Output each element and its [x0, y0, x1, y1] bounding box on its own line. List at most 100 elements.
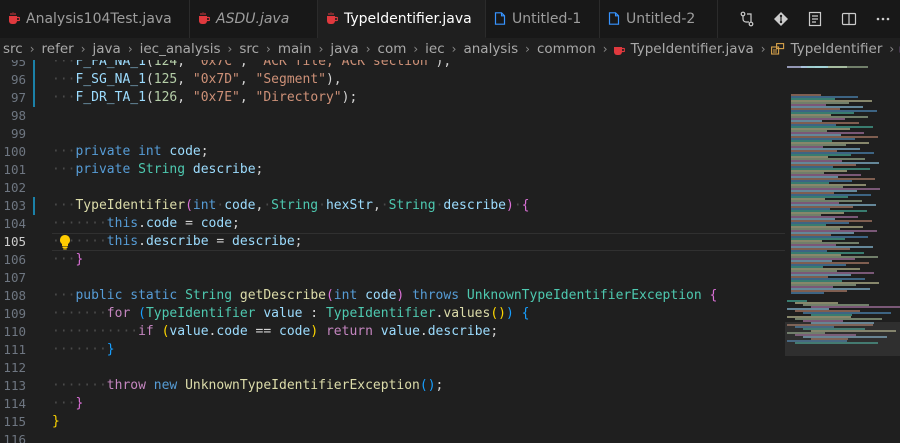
chevron-right-icon: ›	[451, 42, 457, 56]
line-number: 103	[3, 198, 26, 213]
line-number: 106	[3, 252, 26, 267]
code-editor[interactable]: 95 ···F_FA_NA_1(124, "0x7C", "ACK file, A…	[0, 60, 785, 443]
code-line[interactable]: 114 ···}	[0, 395, 785, 413]
line-number: 108	[3, 288, 26, 303]
breadcrumb-item[interactable]: iec	[423, 41, 446, 57]
code-line[interactable]: 104 ·······this.code = code;	[0, 215, 785, 233]
chevron-right-icon: ›	[525, 42, 530, 56]
tab-label: Untitled-1	[512, 11, 582, 27]
lightbulb-icon[interactable]	[58, 234, 72, 250]
tab-label: Untitled-2	[626, 11, 696, 27]
code-line[interactable]: 115}	[0, 413, 785, 431]
line-number: 96	[10, 72, 26, 87]
chevron-right-icon: ›	[80, 42, 86, 56]
split-editor-icon[interactable]	[832, 0, 866, 38]
breadcrumb-item[interactable]: analysis	[461, 41, 520, 57]
code-line[interactable]: 112	[0, 359, 785, 377]
code-text: ·······throw new UnknownTypeIdentifierEx…	[52, 378, 444, 393]
java-icon	[326, 12, 339, 25]
file-icon	[494, 12, 506, 25]
code-line[interactable]: 101 ···private String describe;	[0, 161, 785, 179]
source-control-icon[interactable]	[730, 0, 764, 38]
code-line[interactable]: 109 ·······for (TypeIdentifier value : Ty…	[0, 305, 785, 323]
modified-line-marker	[33, 60, 35, 71]
file-icon	[608, 12, 620, 25]
minimap[interactable]	[785, 60, 900, 443]
editor-actions	[730, 0, 900, 38]
code-text: ·······for (TypeIdentifier value : TypeI…	[52, 306, 530, 321]
code-text: ···TypeIdentifier(int·code,·String·hexSt…	[52, 198, 530, 213]
chevron-right-icon: ›	[227, 42, 233, 56]
breadcrumb-item[interactable]: src	[0, 41, 25, 57]
code-text: ···private String describe;	[52, 162, 264, 177]
more-icon[interactable]	[866, 0, 900, 38]
modified-line-marker	[33, 71, 35, 89]
code-text: ···F_FA_NA_1(124, "0x7C", "ACK file, ACK…	[52, 60, 452, 69]
breadcrumb-item[interactable]: com	[376, 41, 409, 57]
code-text: ···F_SG_NA_1(125, "0x7D", "Segment"),	[52, 72, 342, 87]
breadcrumb-item[interactable]: iec_analysis	[138, 41, 223, 57]
line-number: 115	[3, 414, 26, 429]
breadcrumb-item[interactable]: java	[91, 41, 123, 57]
code-line[interactable]: 97 ···F_DR_TA_1(126, "0x7E", "Directory")…	[0, 89, 785, 107]
code-line[interactable]: 99	[0, 125, 785, 143]
code-line[interactable]: 113 ·······throw new UnknownTypeIdentifie…	[0, 377, 785, 395]
tab-analysis104test-java[interactable]: Analysis104Test.java	[0, 0, 190, 38]
code-text: ···}	[52, 396, 84, 411]
code-line[interactable]: 111 ·······}	[0, 341, 785, 359]
code-text: }	[52, 414, 60, 429]
chevron-right-icon: ›	[413, 42, 419, 56]
git-compare-icon[interactable]	[764, 0, 798, 38]
tab-untitled-1[interactable]: Untitled-1	[486, 0, 600, 38]
line-number: 110	[3, 324, 26, 339]
code-line[interactable]: 105 ·······this.describe = describe;	[0, 233, 785, 251]
breadcrumb-item[interactable]: java	[328, 41, 360, 57]
line-number: 111	[3, 342, 26, 357]
breadcrumb-item[interactable]: TypeIdentifier.java	[629, 41, 756, 57]
code-line[interactable]: 108 ···public static String getDescribe(i…	[0, 287, 785, 305]
breadcrumb-item[interactable]: refer	[40, 41, 76, 57]
line-number: 112	[3, 360, 26, 375]
code-text: ·······this.code = code;	[52, 216, 240, 231]
code-line[interactable]: 107	[0, 269, 785, 287]
line-number: 99	[10, 126, 26, 141]
chevron-right-icon: ›	[266, 42, 271, 56]
chevron-right-icon: ›	[29, 42, 35, 56]
java-icon	[8, 12, 21, 25]
code-line[interactable]: 96 ···F_SG_NA_1(125, "0x7D", "Segment"),	[0, 71, 785, 89]
breadcrumb-item[interactable]: main	[276, 41, 314, 57]
tab-typeidentifier-java[interactable]: TypeIdentifier.java	[318, 0, 486, 38]
code-line[interactable]: 98	[0, 107, 785, 125]
code-line[interactable]: 102	[0, 179, 785, 197]
line-number: 98	[10, 108, 26, 123]
code-line[interactable]: 116	[0, 431, 785, 443]
code-text: ···········if (value.code == code) retur…	[52, 324, 499, 339]
chevron-right-icon: ›	[760, 42, 766, 56]
line-number: 97	[10, 90, 26, 105]
line-number: 105	[3, 234, 26, 249]
code-line[interactable]: 103 ···TypeIdentifier(int·code,·String·he…	[0, 197, 785, 215]
code-line[interactable]: 100 ···private int code;	[0, 143, 785, 161]
minimap-line	[791, 292, 824, 294]
tab-label: TypeIdentifier.java	[344, 10, 472, 27]
minimap-slider[interactable]	[785, 322, 900, 356]
tab-label: ASDU.java	[216, 11, 290, 27]
chevron-right-icon: ›	[602, 42, 608, 56]
code-line[interactable]: 110 ···········if (value.code == code) re…	[0, 323, 785, 341]
chevron-right-icon: ›	[318, 42, 324, 56]
line-number: 102	[3, 180, 26, 195]
code-line[interactable]: 95 ···F_FA_NA_1(124, "0x7C", "ACK file, A…	[0, 60, 785, 71]
line-number: 101	[3, 162, 26, 177]
code-text: ···private int code;	[52, 144, 209, 159]
line-number: 95	[10, 60, 26, 69]
breadcrumb-item[interactable]: TypeIdentifier	[789, 41, 885, 57]
breadcrumb-item[interactable]: src	[237, 41, 261, 57]
code-line[interactable]: 106 ···}	[0, 251, 785, 269]
tab-untitled-2[interactable]: Untitled-2	[600, 0, 718, 38]
code-text: ·······this.describe = describe;	[52, 234, 303, 249]
preview-icon[interactable]	[798, 0, 832, 38]
tab-asdu-java[interactable]: ASDU.java	[190, 0, 318, 38]
minimap-line	[801, 66, 828, 68]
breadcrumb-item[interactable]: common	[535, 41, 598, 57]
line-number: 100	[3, 144, 26, 159]
